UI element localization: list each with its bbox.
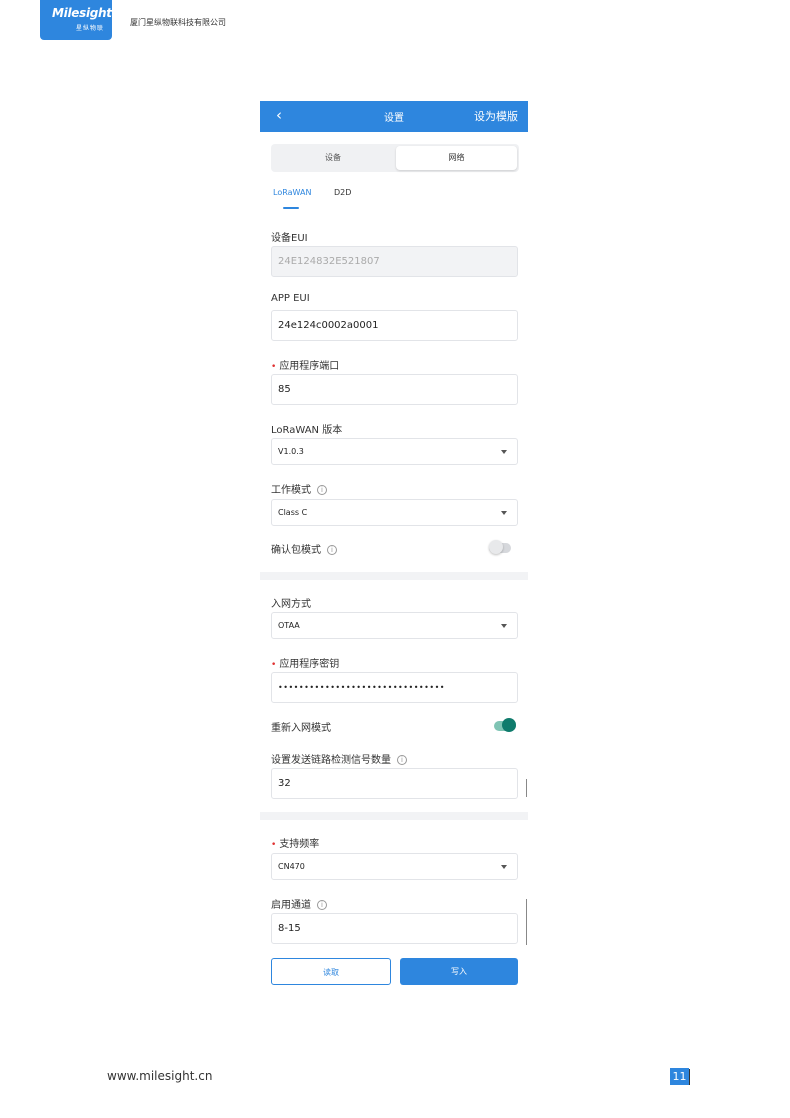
join-type-label: 入网方式 xyxy=(271,599,311,610)
active-tab-indicator xyxy=(283,207,299,209)
app-key-label: • 应用程序密钥 xyxy=(271,655,339,670)
app-top-bar: ‹ 设置 设为模版 xyxy=(260,101,528,132)
logo-subtitle: 星纵物联 xyxy=(76,25,105,32)
frequency-label: • 支持频率 xyxy=(271,835,319,850)
app-eui-field[interactable]: 24e124c0002a0001 xyxy=(271,310,518,341)
chevron-down-icon xyxy=(501,624,507,628)
text-cursor xyxy=(689,1069,690,1085)
app-port-label-text: 应用程序端口 xyxy=(279,361,340,372)
join-type-value: OTAA xyxy=(278,621,300,630)
save-as-template-button[interactable]: 设为模版 xyxy=(474,108,518,124)
rejoin-mode-toggle[interactable] xyxy=(494,718,516,732)
scrollbar[interactable] xyxy=(526,899,527,945)
work-mode-label-text: 工作模式 xyxy=(271,485,311,496)
read-button[interactable]: 读取 xyxy=(271,958,391,985)
link-check-label-text: 设置发送链路检测信号数量 xyxy=(271,755,391,766)
channels-label: 启用通道 i xyxy=(271,896,327,911)
app-key-label-text: 应用程序密钥 xyxy=(279,659,340,670)
segment-device[interactable]: 设备 xyxy=(271,144,395,172)
section-divider xyxy=(260,812,528,820)
toggle-knob xyxy=(502,718,516,732)
milesight-logo: Milesight 星纵物联 xyxy=(40,0,112,40)
rejoin-mode-label: 重新入网模式 xyxy=(271,723,331,734)
work-mode-label: 工作模式 i xyxy=(271,481,327,496)
frequency-label-text: 支持频率 xyxy=(279,839,320,850)
channels-field[interactable]: 8-15 xyxy=(271,913,518,944)
toggle-knob xyxy=(489,540,503,554)
work-mode-select[interactable]: Class C xyxy=(271,499,518,526)
footer-url: www.milesight.cn xyxy=(107,1069,213,1083)
logo-text: Milesight xyxy=(52,6,112,20)
section-divider xyxy=(260,572,528,580)
confirm-mode-label: 确认包模式 i xyxy=(271,541,337,556)
lorawan-version-value: V1.0.3 xyxy=(278,447,304,456)
info-icon[interactable]: i xyxy=(397,755,407,765)
required-marker: • xyxy=(271,660,277,670)
lorawan-version-select[interactable]: V1.0.3 xyxy=(271,438,518,465)
page-number: 11 xyxy=(670,1068,689,1085)
tab-d2d[interactable]: D2D xyxy=(334,188,351,197)
frequency-value: CN470 xyxy=(278,862,305,871)
device-eui-label: 设备EUI xyxy=(271,233,308,244)
chevron-down-icon xyxy=(501,450,507,454)
segment-control: 设备 网络 xyxy=(271,144,519,172)
app-screen: ‹ 设置 设为模版 设备 网络 LoRaWAN D2D 设备EUI 24E124… xyxy=(260,101,528,993)
app-eui-label: APP EUI xyxy=(271,293,310,304)
app-key-field[interactable]: •••••••••••••••••••••••••••••••• xyxy=(271,672,518,703)
app-port-field[interactable]: 85 xyxy=(271,374,518,405)
join-type-select[interactable]: OTAA xyxy=(271,612,518,639)
info-icon[interactable]: i xyxy=(317,900,327,910)
chevron-down-icon xyxy=(501,511,507,515)
link-check-label: 设置发送链路检测信号数量 i xyxy=(271,751,407,766)
required-marker: • xyxy=(271,840,277,850)
scrollbar[interactable] xyxy=(526,779,527,797)
channels-label-text: 启用通道 xyxy=(271,900,311,911)
confirm-mode-label-text: 确认包模式 xyxy=(271,545,321,556)
tab-lorawan[interactable]: LoRaWAN xyxy=(273,188,311,197)
info-icon[interactable]: i xyxy=(317,485,327,495)
confirm-mode-toggle[interactable] xyxy=(489,540,511,554)
app-port-label: • 应用程序端口 xyxy=(271,357,339,372)
work-mode-value: Class C xyxy=(278,508,308,517)
company-name: 厦门星纵物联科技有限公司 xyxy=(130,18,226,27)
segment-network[interactable]: 网络 xyxy=(396,146,517,170)
lorawan-version-label: LoRaWAN 版本 xyxy=(271,425,343,436)
device-eui-field: 24E124832E521807 xyxy=(271,246,518,277)
chevron-down-icon xyxy=(501,865,507,869)
link-check-field[interactable]: 32 xyxy=(271,768,518,799)
write-button[interactable]: 写入 xyxy=(400,958,518,985)
required-marker: • xyxy=(271,362,277,372)
frequency-select[interactable]: CN470 xyxy=(271,853,518,880)
info-icon[interactable]: i xyxy=(327,545,337,555)
